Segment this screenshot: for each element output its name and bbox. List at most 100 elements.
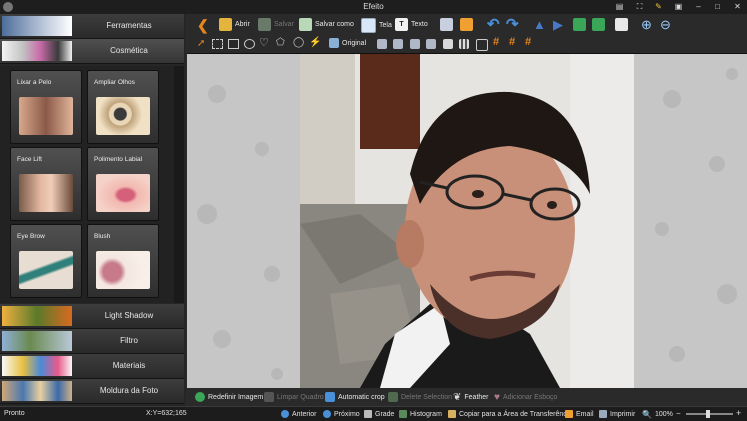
flip-vertical-icon[interactable]: ▲ xyxy=(533,18,546,31)
zoom-slider-thumb[interactable] xyxy=(706,410,710,418)
effect-eye-brow[interactable]: Eye Brow xyxy=(10,224,82,298)
grid-orange-icon-3[interactable]: # xyxy=(525,36,531,48)
category-label: Filtro xyxy=(120,336,138,345)
screen-icon xyxy=(361,18,376,33)
status-text: Pronto xyxy=(4,410,25,417)
face-lift-thumb xyxy=(19,174,73,212)
effect-face-lift[interactable]: Face Lift xyxy=(10,147,82,221)
lasso-icon[interactable]: ◯ xyxy=(293,37,304,48)
next-button[interactable]: Próximo xyxy=(323,410,360,418)
delete-selection-icon xyxy=(388,392,398,402)
grid-button[interactable]: Grade xyxy=(364,410,394,418)
open-button[interactable]: Abrir xyxy=(219,18,250,31)
reset-image-button[interactable]: Redefinir Imagem xyxy=(195,392,263,402)
effect-blush[interactable]: Blush xyxy=(87,224,159,298)
file-icon[interactable]: ▤ xyxy=(614,2,625,12)
ellipse-select-icon[interactable] xyxy=(244,39,255,49)
close-button[interactable]: ✕ xyxy=(732,2,743,12)
feather-icon: ❦ xyxy=(453,392,462,403)
undo-icon[interactable]: ↶ xyxy=(487,17,500,32)
screen-label: Tela xyxy=(379,22,392,29)
category-label: Cosmética xyxy=(110,46,148,55)
screen-button[interactable]: Tela xyxy=(361,18,392,33)
zoom-in-icon[interactable]: ⊕ xyxy=(641,18,654,31)
skin-icon[interactable]: ▣ xyxy=(673,2,684,12)
grid-toggle-icon xyxy=(364,410,372,418)
reset-label: Redefinir Imagem xyxy=(208,393,264,401)
category-filter[interactable]: Filtro xyxy=(0,329,184,354)
previous-button[interactable]: Anterior xyxy=(281,410,317,418)
heart-select-icon[interactable]: ♡ xyxy=(259,36,269,49)
grid-orange-icon-2[interactable]: # xyxy=(509,36,515,48)
print-icon[interactable] xyxy=(440,18,453,31)
save-as-button[interactable]: Salvar como xyxy=(299,18,354,31)
email-button[interactable]: Email xyxy=(565,410,594,418)
category-label: Materiais xyxy=(112,361,146,370)
magic-wand-icon[interactable]: ⚡ xyxy=(309,37,321,48)
effect-label: Ampliar Olhos xyxy=(94,79,135,86)
pencil-icon[interactable]: ✎ xyxy=(653,2,664,12)
rotate-right-icon[interactable] xyxy=(592,18,605,31)
category-light-shadow[interactable]: Light Shadow xyxy=(0,304,184,329)
eye-magnifier-thumb xyxy=(96,97,150,135)
maximize-button[interactable]: □ xyxy=(712,2,723,12)
layer-4-icon[interactable] xyxy=(426,39,436,49)
previous-label: Anterior xyxy=(292,410,317,418)
category-tools[interactable]: Ferramentas xyxy=(0,14,184,39)
layer-2-icon[interactable] xyxy=(393,39,403,49)
pointer-icon[interactable]: ➚ xyxy=(197,38,205,49)
checker-icon[interactable] xyxy=(459,39,469,49)
automatic-crop-button[interactable]: Automatic crop xyxy=(325,392,385,402)
histogram-button[interactable]: Histogram xyxy=(399,410,442,418)
text-button[interactable]: T Texto xyxy=(395,18,428,31)
back-button[interactable]: ❮ xyxy=(197,17,209,34)
square-select-icon[interactable] xyxy=(228,39,239,49)
effects-scrollbar[interactable] xyxy=(174,66,184,303)
zoom-out-small-icon[interactable]: − xyxy=(676,409,681,418)
fullscreen-icon[interactable]: ⛶ xyxy=(634,2,645,12)
copy-clipboard-button[interactable]: Copiar para a Área de Transferência xyxy=(448,410,572,418)
rotate-left-icon[interactable] xyxy=(573,18,586,31)
polygon-select-icon[interactable]: ⬠ xyxy=(276,37,285,48)
zoom-in-small-icon[interactable]: + xyxy=(736,408,741,418)
add-sketch-button[interactable]: ♥ Adicionar Esboço xyxy=(494,392,557,403)
photo[interactable] xyxy=(300,54,634,388)
minimize-button[interactable]: – xyxy=(693,2,704,12)
rect-select-icon[interactable] xyxy=(212,39,223,49)
clear-frame-icon xyxy=(264,392,274,402)
zoom-out-icon[interactable]: ⊖ xyxy=(660,18,673,31)
delete-selection-button[interactable]: Delete Selection xyxy=(388,392,452,402)
effect-skin-smooth[interactable]: Lixar a Pelo xyxy=(10,70,82,144)
redo-icon[interactable]: ↷ xyxy=(506,17,519,32)
title-bar: Efeito ▤ ⛶ ✎ ▣ – □ ✕ xyxy=(0,0,747,14)
delete-selection-label: Delete Selection xyxy=(401,393,452,401)
recycle-icon xyxy=(195,392,205,402)
category-cosmetics[interactable]: Cosmética xyxy=(0,39,184,64)
light-shadow-thumb xyxy=(2,306,72,326)
layer-3-icon[interactable] xyxy=(410,39,420,49)
puzzle-icon[interactable] xyxy=(443,39,453,49)
flip-horizontal-icon[interactable]: ▶ xyxy=(553,18,566,31)
lips-thumb xyxy=(96,174,150,212)
print-button[interactable]: Imprimir xyxy=(599,410,635,418)
grid-icon[interactable] xyxy=(476,39,488,51)
heart-icon: ♥ xyxy=(494,392,500,403)
main-toolbar: ❮ Abrir Salvar Salvar como Tela T Texto … xyxy=(187,14,747,36)
effect-label: Eye Brow xyxy=(17,233,45,240)
email-icon[interactable] xyxy=(460,18,473,31)
clipboard-icon xyxy=(448,410,456,418)
category-label: Light Shadow xyxy=(104,311,154,320)
save-button[interactable]: Salvar xyxy=(258,18,294,31)
original-button[interactable]: Original xyxy=(329,38,366,48)
original-label: Original xyxy=(342,39,367,47)
category-photo-frame[interactable]: Moldura da Foto xyxy=(0,379,184,404)
category-materials[interactable]: Materiais xyxy=(0,354,184,379)
clear-frame-button[interactable]: Limpar Quadro xyxy=(264,392,324,402)
grid-orange-icon-1[interactable]: # xyxy=(493,36,499,48)
crop-icon[interactable] xyxy=(615,18,628,31)
feather-button[interactable]: ❦ Feather xyxy=(453,392,489,403)
effect-lip-polish[interactable]: Polimento Labial xyxy=(87,147,159,221)
effect-enlarge-eyes[interactable]: Ampliar Olhos xyxy=(87,70,159,144)
layer-1-icon[interactable] xyxy=(377,39,387,49)
image-canvas[interactable] xyxy=(187,54,747,388)
